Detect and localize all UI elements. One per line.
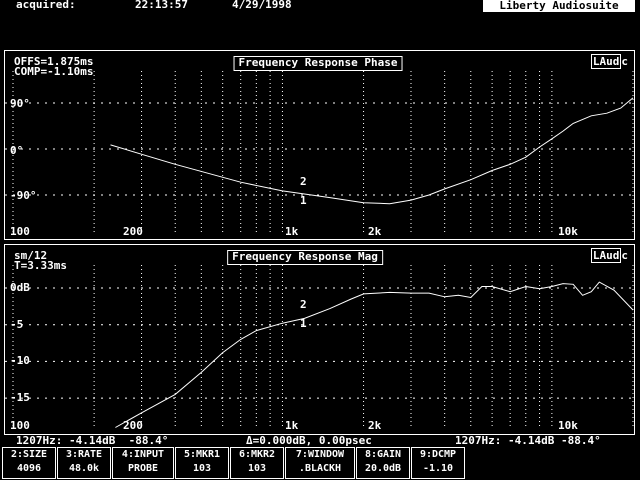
fkey-mkr2[interactable]: 6:MKR2 103 bbox=[230, 447, 284, 479]
fkey-mkr1[interactable]: 5:MKR1 103 bbox=[175, 447, 229, 479]
phase-x-label-1k: 1k bbox=[285, 225, 299, 238]
fkey-input[interactable]: 4:INPUT PROBE bbox=[112, 447, 174, 479]
fkey-gain[interactable]: 8:GAIN 20.0dB bbox=[356, 447, 410, 479]
phase-marker-1[interactable]: 1 bbox=[300, 195, 307, 207]
fkey-gain-label: 8:GAIN bbox=[364, 449, 402, 460]
mag-x-label-10k: 10k bbox=[558, 419, 578, 432]
phase-badge-text: LAud bbox=[590, 54, 622, 69]
fkey-dcmp[interactable]: 9:DCMP -1.10 bbox=[411, 447, 465, 479]
phase-x-label-100: 100 bbox=[10, 225, 30, 238]
fkey-rate-label: 3:RATE bbox=[65, 449, 103, 460]
mag-curve bbox=[115, 281, 634, 428]
mag-plot bbox=[5, 265, 634, 428]
phase-marker-2[interactable]: 2 bbox=[300, 176, 307, 188]
fkey-window[interactable]: 7:WINDOW .BLACKH bbox=[285, 447, 355, 479]
fkey-rate-value: 48.0k bbox=[68, 463, 100, 474]
fkey-dcmp-value: -1.10 bbox=[422, 463, 454, 474]
fkey-input-label: 4:INPUT bbox=[121, 449, 165, 460]
mag-y-label-0db: 0dB bbox=[10, 281, 30, 294]
mag-laud-badge: LAud c bbox=[590, 248, 628, 263]
phase-curve bbox=[110, 97, 634, 205]
phase-y-label-0: 0° bbox=[10, 144, 24, 157]
mag-badge-text: LAud bbox=[590, 248, 622, 263]
marker1-readout: 1207Hz: -4.14dB -88.4° bbox=[16, 434, 169, 447]
fkey-mkr2-label: 6:MKR2 bbox=[238, 449, 276, 460]
fkey-window-value: .BLACKH bbox=[298, 463, 342, 474]
marker2-readout: 1207Hz: -4.14dB -88.4° bbox=[455, 434, 601, 447]
mag-x-label-1k: 1k bbox=[285, 419, 299, 432]
fkey-size-label: 2:SIZE bbox=[10, 449, 48, 460]
phase-panel: OFFS=1.875ms COMP=-1.10ms Frequency Resp… bbox=[4, 50, 635, 240]
phase-panel-title: Frequency Response Phase bbox=[233, 56, 403, 71]
mag-x-label-2k: 2k bbox=[368, 419, 382, 432]
phase-badge-sub: c bbox=[621, 55, 628, 68]
mag-x-label-100: 100 bbox=[10, 419, 30, 432]
mag-panel-title: Frequency Response Mag bbox=[227, 250, 383, 265]
fkey-size[interactable]: 2:SIZE 4096 bbox=[2, 447, 56, 479]
delta-readout: Δ=0.000dB, 0.00psec bbox=[246, 434, 372, 447]
mag-panel: sm/12 T=3.33ms Frequency Response Mag LA… bbox=[4, 244, 635, 435]
phase-x-label-10k: 10k bbox=[558, 225, 578, 238]
fkey-size-value: 4096 bbox=[16, 463, 42, 474]
mag-x-label-200: 200 bbox=[123, 419, 143, 432]
phase-plot bbox=[5, 71, 634, 233]
mag-y-label-5: -5 bbox=[10, 318, 24, 331]
mag-time-readout: T=3.33ms bbox=[14, 259, 67, 272]
mag-marker-1[interactable]: 1 bbox=[300, 318, 307, 330]
acquired-date: 4/29/1998 bbox=[232, 0, 292, 11]
fkey-window-label: 7:WINDOW bbox=[295, 449, 345, 460]
fkey-mkr2-value: 103 bbox=[247, 463, 267, 474]
fkey-gain-value: 20.0dB bbox=[364, 463, 402, 474]
mag-badge-sub: c bbox=[621, 249, 628, 262]
fkey-mkr1-label: 5:MKR1 bbox=[183, 449, 221, 460]
fkey-dcmp-label: 9:DCMP bbox=[419, 449, 457, 460]
phase-x-label-2k: 2k bbox=[368, 225, 382, 238]
fkey-input-value: PROBE bbox=[127, 463, 159, 474]
acquired-time: 22:13:57 bbox=[135, 0, 188, 11]
mag-y-label-10: -10 bbox=[10, 354, 30, 367]
phase-laud-badge: LAud c bbox=[590, 54, 628, 69]
acquired-label: acquired: bbox=[16, 0, 76, 11]
mag-marker-2[interactable]: 2 bbox=[300, 299, 307, 311]
app-title: Liberty Audiosuite bbox=[483, 0, 635, 12]
mag-y-label-15: -15 bbox=[10, 391, 30, 404]
fkey-rate[interactable]: 3:RATE 48.0k bbox=[57, 447, 111, 479]
phase-y-label-neg90: -90° bbox=[10, 189, 37, 202]
phase-x-label-200: 200 bbox=[123, 225, 143, 238]
phase-y-label-90: 90° bbox=[10, 97, 30, 110]
phase-comp-readout: COMP=-1.10ms bbox=[14, 65, 94, 78]
fkey-mkr1-value: 103 bbox=[192, 463, 212, 474]
